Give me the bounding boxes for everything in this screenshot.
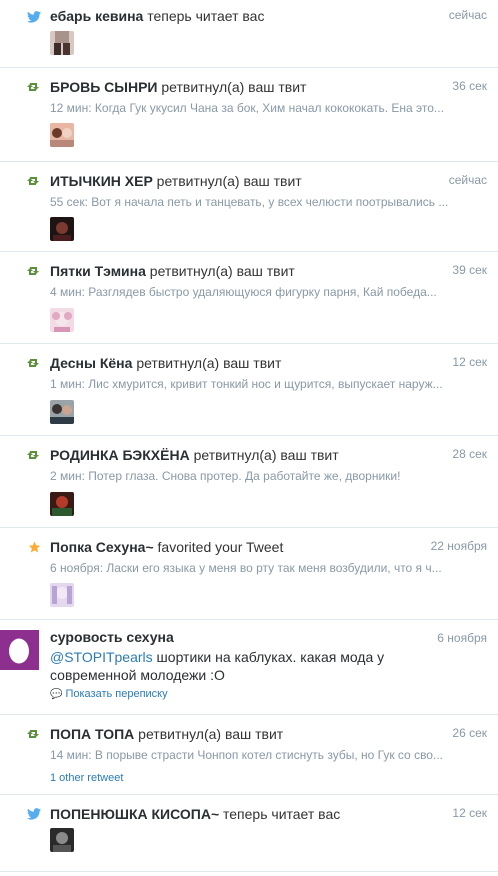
retweet-icon <box>27 264 41 278</box>
retweet-icon <box>27 80 41 94</box>
timestamp[interactable]: 39 сек <box>452 263 487 277</box>
timestamp[interactable]: 22 ноября <box>431 539 487 553</box>
avatar[interactable] <box>50 308 74 332</box>
other-retweets-link[interactable]: 1 other retweet <box>50 772 123 784</box>
mention-link[interactable]: @STOPITpearls <box>50 649 153 665</box>
notification-follow[interactable]: ебарь кевина теперь читает вас сейчас <box>0 0 498 68</box>
conversation-tweet[interactable]: суровость сехуна 6 ноября @STOPITpearls … <box>0 620 498 715</box>
user-name[interactable]: суровость сехуна <box>50 629 174 645</box>
retweet-icon <box>27 174 41 188</box>
timestamp[interactable]: 12 сек <box>452 806 487 820</box>
avatar[interactable] <box>50 828 74 852</box>
action-text: favorited your Tweet <box>157 539 284 555</box>
tweet-snippet[interactable]: 55 сек: Вот я начала петь и танцевать, у… <box>50 195 470 209</box>
action-text: ретвитнул(а) ваш твит <box>138 726 284 742</box>
user-name[interactable]: БРОВЬ СЫНРИ <box>50 79 158 95</box>
timestamp[interactable]: 12 сек <box>452 355 487 369</box>
action-text: ретвитнул(а) ваш твит <box>136 355 282 371</box>
user-name[interactable]: ПОПА ТОПА <box>50 726 134 742</box>
timestamp[interactable]: 26 сек <box>452 726 487 740</box>
user-name[interactable]: ебарь кевина <box>50 8 143 24</box>
user-name[interactable]: Попка Сехуна~ <box>50 539 154 555</box>
tweet-snippet[interactable]: 6 ноября: Ласки его языка у меня во рту … <box>50 561 470 575</box>
notification-retweet[interactable]: БРОВЬ СЫНРИ ретвитнул(а) ваш твит 36 сек… <box>0 68 498 162</box>
timestamp[interactable]: 36 сек <box>452 79 487 93</box>
timestamp[interactable]: 28 сек <box>452 447 487 461</box>
tweet-snippet[interactable]: 4 мин: Разглядев быстро удаляющуюся фигу… <box>50 285 470 299</box>
avatar[interactable] <box>50 31 74 55</box>
notification-favorite[interactable]: Попка Сехуна~ favorited your Tweet 22 но… <box>0 528 498 620</box>
notification-retweet[interactable]: ИТЫЧКИН ХЕР ретвитнул(а) ваш твит сейчас… <box>0 162 498 252</box>
notification-retweet[interactable]: Десны Кёна ретвитнул(а) ваш твит 12 сек … <box>0 344 498 436</box>
notification-retweet[interactable]: РОДИНКА БЭКХЁНА ретвитнул(а) ваш твит 28… <box>0 436 498 528</box>
action-text: теперь читает вас <box>147 8 265 24</box>
timestamp[interactable]: 6 ноября <box>437 631 487 645</box>
notifications-feed: ебарь кевина теперь читает вас сейчас БР… <box>0 0 498 872</box>
avatar[interactable] <box>50 492 74 516</box>
retweet-icon <box>27 356 41 370</box>
avatar[interactable] <box>50 123 74 147</box>
notification-follow[interactable]: ПОПЕНЮШКА КИСОПА~ теперь читает вас 12 с… <box>0 795 498 872</box>
egg-avatar[interactable] <box>0 630 39 670</box>
timestamp[interactable]: сейчас <box>449 173 487 187</box>
notification-retweet[interactable]: ПОПА ТОПА ретвитнул(а) ваш твит 26 сек 1… <box>0 715 498 795</box>
user-name[interactable]: ПОПЕНЮШКА КИСОПА~ <box>50 806 219 822</box>
tweet-text: @STOPITpearls шортики на каблуках. какая… <box>50 648 470 684</box>
action-text: теперь читает вас <box>223 806 341 822</box>
tweet-snippet[interactable]: 14 мин: В порыве страсти Чонпоп котел ст… <box>50 748 470 762</box>
timestamp[interactable]: сейчас <box>449 8 487 22</box>
user-name[interactable]: Пятки Тэмина <box>50 263 146 279</box>
tweet-snippet[interactable]: 12 мин: Когда Гук укусил Чана за бок, Хи… <box>50 101 470 115</box>
tweet-snippet[interactable]: 1 мин: Лис хмурится, кривит тонкий нос и… <box>50 377 470 391</box>
action-text: ретвитнул(а) ваш твит <box>161 79 307 95</box>
retweet-icon <box>27 727 41 741</box>
user-name[interactable]: РОДИНКА БЭКХЁНА <box>50 447 190 463</box>
twitter-bird-icon <box>27 10 41 24</box>
user-name[interactable]: ИТЫЧКИН ХЕР <box>50 173 153 189</box>
user-name[interactable]: Десны Кёна <box>50 355 132 371</box>
star-icon <box>27 540 41 554</box>
action-text: ретвитнул(а) ваш твит <box>193 447 339 463</box>
action-text: ретвитнул(а) ваш твит <box>149 263 295 279</box>
avatar[interactable] <box>50 217 74 241</box>
notification-retweet[interactable]: Пятки Тэмина ретвитнул(а) ваш твит 39 се… <box>0 252 498 344</box>
show-conversation-link[interactable]: 💬 Показать переписку <box>50 688 168 700</box>
action-text: ретвитнул(а) ваш твит <box>156 173 302 189</box>
avatar[interactable] <box>50 400 74 424</box>
tweet-snippet[interactable]: 2 мин: Потер глаза. Снова протер. Да раб… <box>50 469 470 483</box>
retweet-icon <box>27 448 41 462</box>
twitter-bird-icon <box>27 807 41 821</box>
avatar[interactable] <box>50 583 74 607</box>
speech-bubble-icon: 💬 <box>50 689 63 700</box>
